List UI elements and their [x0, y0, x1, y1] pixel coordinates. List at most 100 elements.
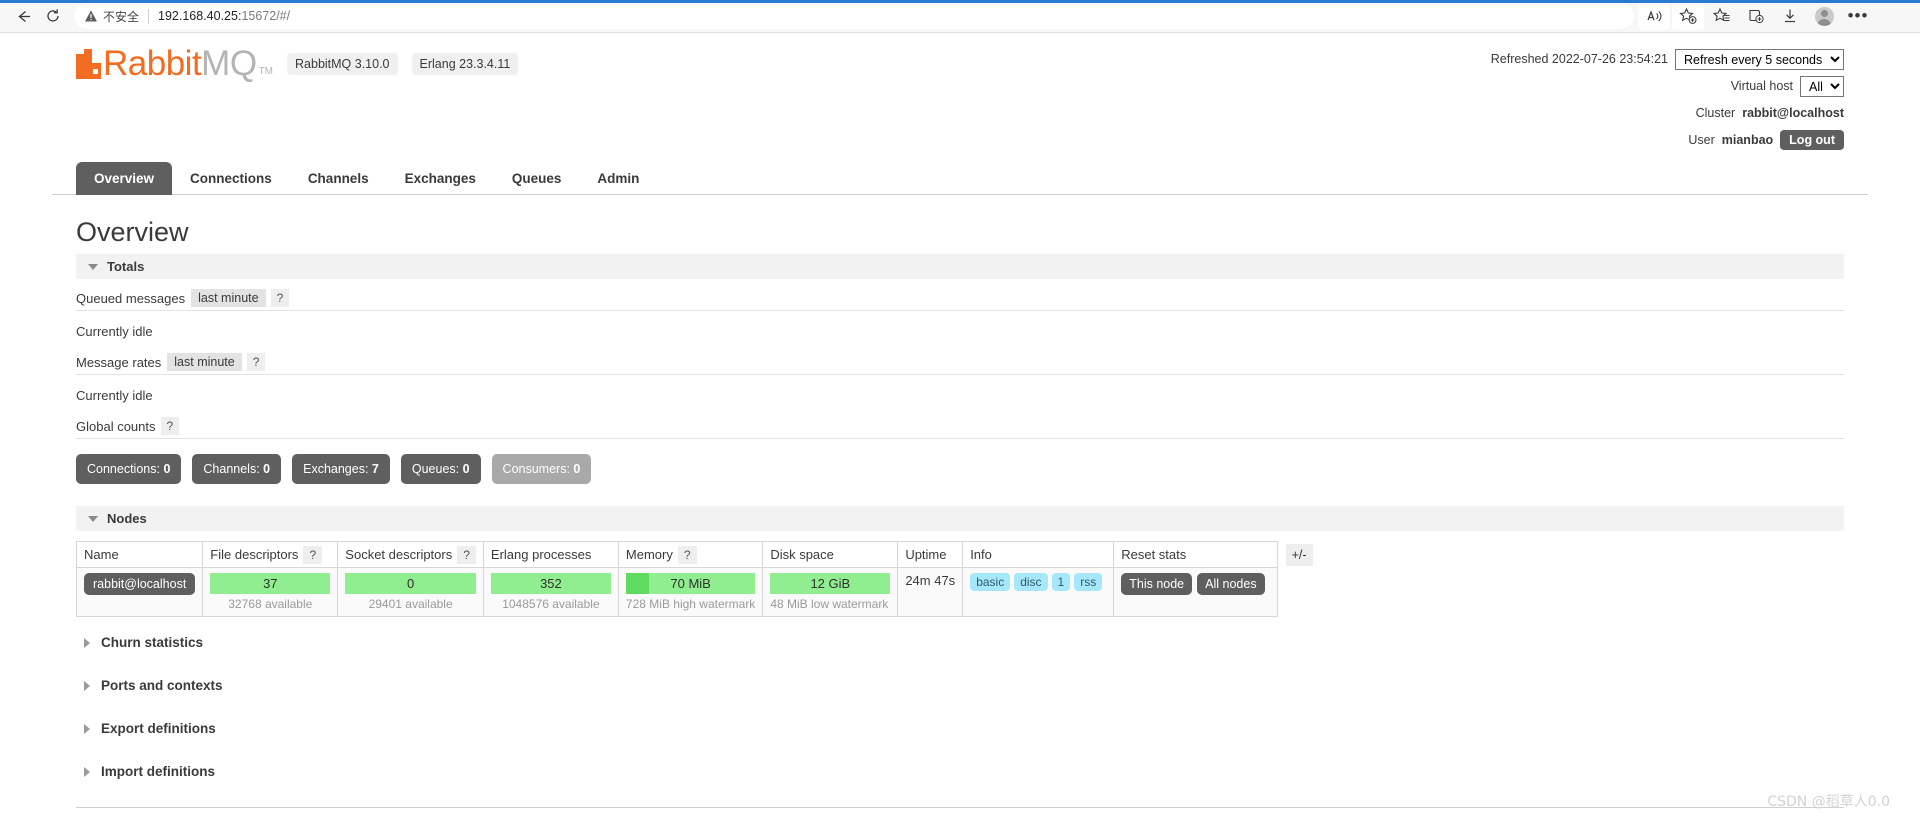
log-out-button[interactable]: Log out [1780, 130, 1844, 150]
count-label: Channels: [203, 462, 264, 476]
help-icon[interactable]: ? [246, 353, 266, 371]
page-content: Rabbit MQ TM RabbitMQ 3.10.0 Erlang 23.3.… [28, 33, 1892, 823]
reload-icon[interactable] [38, 3, 68, 29]
logo-trademark: TM [258, 66, 274, 77]
cell-reset-stats: This node All nodes [1113, 567, 1278, 617]
count-value: 0 [462, 462, 470, 476]
info-tag-basic[interactable]: basic [970, 573, 1011, 591]
settings-more-icon[interactable]: ••• [1842, 2, 1874, 30]
chevron-right-icon [84, 766, 90, 777]
node-name-pill[interactable]: rabbit@localhost [84, 573, 196, 595]
count-label: Connections: [87, 462, 164, 476]
address-bar[interactable]: 不安全 192.168.40.25:15672/#/ [74, 3, 1634, 29]
global-counts-label: Global counts [76, 418, 156, 434]
reset-stats-this-node-button[interactable]: This node [1121, 573, 1193, 595]
nodes-table-body: rabbit@localhost 37 32768 available 0 29… [75, 567, 1278, 617]
cluster-name: rabbit@localhost [1742, 106, 1844, 120]
section-header-totals[interactable]: Totals [76, 254, 1844, 279]
chevron-down-icon [88, 263, 98, 270]
section-header-churn-statistics[interactable]: Churn statistics [76, 621, 1844, 664]
url-divider [148, 8, 150, 24]
tab-queues[interactable]: Queues [494, 162, 580, 195]
logo-mq-text: MQ [201, 44, 257, 83]
tab-overview[interactable]: Overview [76, 162, 173, 195]
tab-channels[interactable]: Channels [290, 162, 387, 195]
count-label: Consumers: [502, 462, 574, 476]
tab-exchanges[interactable]: Exchanges [387, 162, 494, 195]
favorites-icon[interactable] [1706, 2, 1738, 30]
reset-stats-all-nodes-button[interactable]: All nodes [1197, 573, 1265, 595]
browser-action-icons: ••• [1638, 2, 1874, 30]
vhost-row: Virtual host All [1491, 75, 1844, 97]
count-badge-connections[interactable]: Connections: 0 [76, 454, 182, 484]
column-toggle-button[interactable]: +/- [1285, 544, 1313, 566]
security-label: 不安全 [103, 9, 140, 24]
section-title-nodes: Nodes [107, 511, 147, 526]
cluster-label: Cluster [1695, 106, 1736, 120]
nodes-header-row: Name File descriptors? Socket descriptor… [75, 541, 1278, 568]
section-header-ports-and-contexts[interactable]: Ports and contexts [76, 664, 1844, 707]
collections-icon[interactable] [1740, 2, 1772, 30]
logo-block[interactable]: Rabbit MQ TM RabbitMQ 3.10.0 Erlang 23.3.… [52, 44, 519, 83]
count-value: 0 [163, 462, 171, 476]
cell-info: basic disc 1 rss [962, 567, 1115, 617]
chevron-down-icon [88, 515, 98, 522]
message-rates-idle: Currently idle [76, 388, 153, 403]
help-icon[interactable]: ? [677, 546, 697, 564]
nodes-table: Name File descriptors? Socket descriptor… [75, 541, 1278, 617]
queued-messages-label: Queued messages [76, 290, 186, 306]
collapsed-sections-list: Churn statistics Ports and contexts Export… [76, 621, 1844, 793]
section-header-import-definitions[interactable]: Import definitions [76, 750, 1844, 793]
info-tag-disc[interactable]: disc [1014, 573, 1048, 591]
count-badge-consumers[interactable]: Consumers: 0 [491, 454, 592, 484]
user-label: User [1688, 133, 1715, 147]
disk-space-note: 48 MiB low watermark [770, 597, 889, 611]
erlang-processes-note: 1048576 available [502, 597, 600, 611]
help-icon[interactable]: ? [457, 546, 476, 564]
cell-socket-descriptors: 0 29401 available [337, 567, 484, 617]
queued-messages-period[interactable]: last minute [191, 289, 266, 307]
info-tag-rss[interactable]: rss [1074, 573, 1103, 591]
help-icon[interactable]: ? [160, 417, 180, 435]
cell-memory: 70 MiB 728 MiB high watermark [617, 567, 764, 617]
rabbitmq-version-pill: RabbitMQ 3.10.0 [287, 52, 398, 75]
count-badge-queues[interactable]: Queues: 0 [400, 454, 481, 484]
tab-connections[interactable]: Connections [172, 162, 290, 195]
help-icon[interactable]: ? [270, 289, 290, 307]
cell-uptime: 24m 47s [897, 567, 964, 617]
col-info: Info [962, 541, 1115, 568]
col-erlang-processes-label: Erlang processes [490, 547, 592, 562]
count-value: 0 [573, 462, 581, 476]
cell-erlang-processes: 352 1048576 available [482, 567, 619, 617]
message-rates-period[interactable]: last minute [167, 353, 242, 371]
section-header-export-definitions[interactable]: Export definitions [76, 707, 1844, 750]
col-uptime-label: Uptime [905, 547, 947, 562]
col-disk-space-label: Disk space [770, 547, 834, 562]
chevron-right-icon [84, 680, 90, 691]
col-reset-stats: Reset stats [1113, 541, 1278, 568]
back-arrow-icon[interactable] [8, 3, 38, 29]
help-icon[interactable]: ? [303, 546, 323, 564]
col-memory: Memory? [617, 541, 764, 568]
header-status-panel: Refreshed 2022-07-26 23:54:21 Refresh ev… [1491, 46, 1868, 156]
count-value: 7 [371, 462, 379, 476]
queued-messages-idle: Currently idle [76, 324, 153, 339]
add-favorite-icon[interactable] [1672, 2, 1704, 30]
count-label: Queues: [411, 462, 463, 476]
refresh-interval-select[interactable]: Refresh every 5 seconds [1675, 48, 1844, 70]
tab-admin[interactable]: Admin [579, 162, 657, 195]
col-file-descriptors-label: File descriptors [210, 547, 299, 562]
vhost-select[interactable]: All [1800, 75, 1844, 97]
profile-icon[interactable] [1808, 2, 1840, 30]
count-badge-channels[interactable]: Channels: 0 [192, 454, 282, 484]
count-badge-exchanges[interactable]: Exchanges: 7 [292, 454, 390, 484]
file-descriptors-value: 37 [263, 576, 278, 591]
read-aloud-icon[interactable] [1638, 2, 1670, 30]
memory-gauge-fill [625, 573, 650, 594]
col-reset-stats-label: Reset stats [1121, 547, 1187, 562]
downloads-icon[interactable] [1774, 2, 1806, 30]
reset-buttons-group: This node All nodes [1121, 573, 1269, 595]
info-tag-1[interactable]: 1 [1051, 573, 1071, 591]
col-memory-label: Memory [625, 547, 673, 562]
section-header-nodes[interactable]: Nodes [76, 506, 1844, 531]
